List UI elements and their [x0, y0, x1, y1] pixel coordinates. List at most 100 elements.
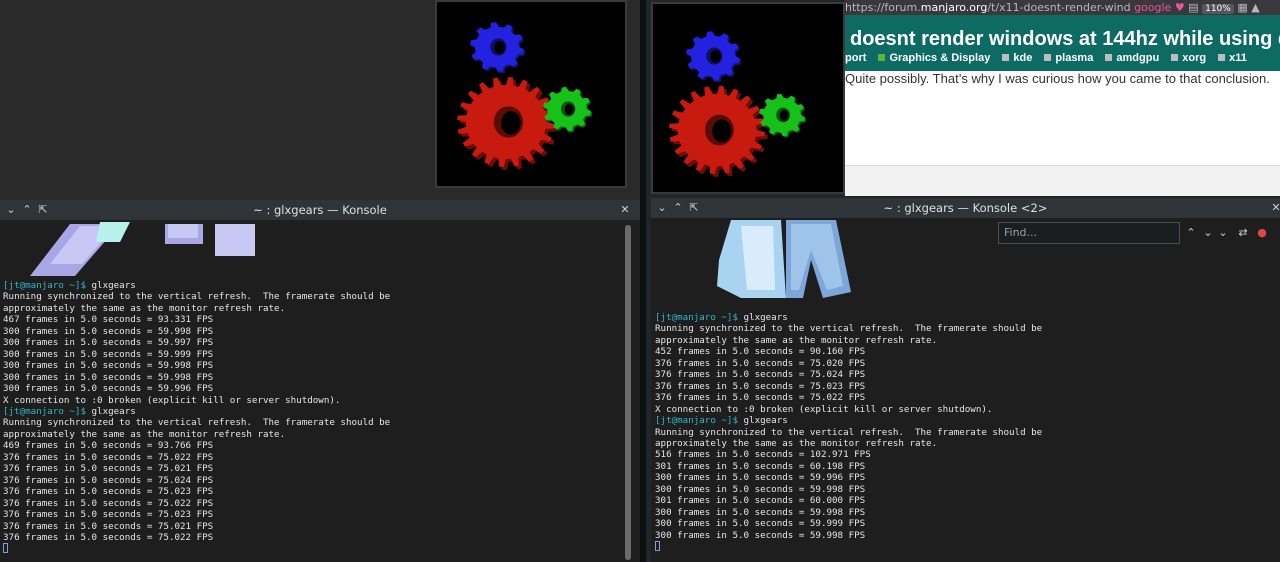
terminal-line: 300 frames in 5.0 seconds = 59.998 FPS	[3, 325, 214, 337]
terminal-cursor	[655, 541, 660, 552]
shell-prompt: [jt@manjaro ~]$	[655, 415, 738, 427]
grid-icon[interactable]: ▦	[1237, 1, 1247, 14]
terminal-line	[3, 543, 390, 555]
terminal-line: 376 frames in 5.0 seconds = 75.022 FPS	[3, 497, 214, 509]
terminal-line: Running synchronized to the vertical ref…	[655, 323, 1043, 335]
terminal-line: 300 frames in 5.0 seconds = 59.999 FPS	[655, 518, 866, 530]
search-engine-label[interactable]: google	[1134, 1, 1171, 14]
terminal-line: 300 frames in 5.0 seconds = 59.998 FPS	[3, 371, 214, 383]
command-text: glxgears	[737, 415, 788, 427]
terminal-line: 301 frames in 5.0 seconds = 60.198 FPS	[655, 460, 866, 472]
dog-icon[interactable]: ♥	[1175, 1, 1185, 14]
url-path: /t/x11-doesnt-render-wind	[987, 1, 1131, 14]
terminal-line: [jt@manjaro ~]$ glxgears	[3, 280, 390, 291]
browser-window: https://forum.manjaro.org/t/x11-doesnt-r…	[845, 0, 1280, 196]
close-search-icon[interactable]: ●	[1254, 225, 1270, 241]
terminal-line: Running synchronized to the vertical ref…	[655, 426, 1043, 438]
command-text: glxgears	[85, 405, 136, 417]
terminal-line: [jt@manjaro ~]$ glxgears	[655, 312, 1042, 323]
konsole-window-left[interactable]: ⌄ ⌃ ⇱ ~ : glxgears — Konsole ✕ [jt@manja…	[0, 200, 640, 562]
shield-icon[interactable]: ▲	[1251, 1, 1259, 14]
window-titlebar[interactable]: ⌄ ⌃ ⇱ ~ : glxgears — Konsole <2> ✕	[651, 198, 1280, 218]
terminal-line: 376 frames in 5.0 seconds = 75.022 FPS	[3, 531, 214, 543]
browser-bottom-area	[845, 165, 1280, 196]
ascii-art-image	[717, 220, 851, 298]
scrollbar-thumb[interactable]	[625, 225, 631, 560]
category-link[interactable]: Graphics & Display	[878, 52, 990, 64]
terminal-line: 376 frames in 5.0 seconds = 75.022 FPS	[3, 451, 214, 463]
ascii-art-image	[30, 222, 255, 276]
green-gear-icon	[759, 93, 807, 138]
terminal-output[interactable]: [jt@manjaro ~]$ glxgears Running synchron…	[655, 312, 1042, 554]
close-icon[interactable]: ✕	[1269, 198, 1280, 218]
terminal-line: 301 frames in 5.0 seconds = 60.000 FPS	[655, 495, 866, 507]
chevron-down-icon[interactable]: ⌄	[1215, 225, 1231, 241]
red-gear-icon	[669, 85, 768, 177]
window-title: ~ : glxgears — Konsole <2>	[883, 201, 1048, 215]
window-title: ~ : glxgears — Konsole	[253, 203, 387, 217]
terminal-line: 376 frames in 5.0 seconds = 75.023 FPS	[3, 486, 214, 498]
terminal-line: 300 frames in 5.0 seconds = 59.998 FPS	[3, 360, 214, 372]
terminal-line: 452 frames in 5.0 seconds = 90.160 FPS	[655, 346, 866, 358]
glxgears-window-left[interactable]	[435, 0, 627, 188]
swap-icon[interactable]: ⇄	[1235, 225, 1251, 241]
shell-prompt: [jt@manjaro ~]$	[655, 312, 738, 323]
scrollbar[interactable]	[625, 225, 631, 560]
terminal-line: 300 frames in 5.0 seconds = 59.997 FPS	[3, 337, 214, 349]
find-input[interactable]: Find...	[998, 222, 1180, 244]
command-text: glxgears	[737, 312, 788, 323]
terminal-output[interactable]: [jt@manjaro ~]$ glxgears Running synchron…	[3, 280, 390, 556]
terminal-cursor	[3, 543, 8, 554]
terminal-line: 376 frames in 5.0 seconds = 75.020 FPS	[655, 357, 866, 369]
terminal-line: 376 frames in 5.0 seconds = 75.023 FPS	[3, 509, 214, 521]
terminal-line: 467 frames in 5.0 seconds = 93.331 FPS	[3, 314, 214, 326]
terminal-line: 300 frames in 5.0 seconds = 59.998 FPS	[655, 506, 866, 518]
zoom-level[interactable]: 110%	[1202, 4, 1234, 14]
tag-link[interactable]: plasma	[1044, 52, 1093, 64]
tag-link[interactable]: kde	[1002, 52, 1032, 64]
terminal-line: 376 frames in 5.0 seconds = 75.022 FPS	[655, 392, 866, 404]
terminal-line: 300 frames in 5.0 seconds = 59.996 FPS	[3, 383, 214, 395]
url-bar[interactable]: https://forum.manjaro.org/t/x11-doesnt-r…	[845, 0, 1280, 15]
category-link[interactable]: port	[845, 52, 866, 64]
command-text: glxgears	[85, 280, 136, 291]
find-previous-icon[interactable]: ⌃	[1183, 225, 1199, 241]
terminal-line: approximately the same as the monitor re…	[3, 428, 286, 440]
topic-tags: port Graphics & Display kde plasma amdgp…	[845, 52, 1256, 64]
terminal-line: 376 frames in 5.0 seconds = 75.024 FPS	[3, 474, 214, 486]
terminal-line: 516 frames in 5.0 seconds = 102.971 FPS	[655, 449, 871, 461]
terminal-line: approximately the same as the monitor re…	[655, 334, 938, 346]
terminal-line: [jt@manjaro ~]$ glxgears	[3, 406, 390, 417]
terminal-line: 300 frames in 5.0 seconds = 59.999 FPS	[3, 348, 214, 360]
topic-title[interactable]: doesnt render windows at 144hz while usi…	[850, 28, 1280, 51]
close-icon[interactable]: ✕	[618, 200, 632, 220]
terminal-line: 300 frames in 5.0 seconds = 59.998 FPS	[655, 529, 866, 541]
shell-prompt: [jt@manjaro ~]$	[3, 405, 86, 417]
gears-render	[457, 22, 593, 170]
terminal-line: 300 frames in 5.0 seconds = 59.996 FPS	[655, 472, 866, 484]
shell-prompt: [jt@manjaro ~]$	[3, 280, 86, 291]
terminal-line: approximately the same as the monitor re…	[3, 302, 286, 314]
glxgears-window-right[interactable]	[651, 2, 845, 194]
terminal-line: X connection to :0 broken (explicit kill…	[3, 394, 341, 406]
url-prefix: https://forum.	[845, 1, 921, 14]
terminal-line: Running synchronized to the vertical ref…	[3, 417, 391, 429]
tag-link[interactable]: xorg	[1171, 52, 1206, 64]
blue-gear-icon	[686, 31, 742, 83]
find-next-icon[interactable]: ⌄	[1200, 225, 1216, 241]
post-text: Quite possibly. That’s why I was curious…	[845, 71, 1270, 86]
terminal-line: approximately the same as the monitor re…	[655, 437, 938, 449]
terminal-line: 376 frames in 5.0 seconds = 75.024 FPS	[655, 369, 866, 381]
terminal-line: 376 frames in 5.0 seconds = 75.021 FPS	[3, 520, 214, 532]
terminal-line: 376 frames in 5.0 seconds = 75.021 FPS	[3, 463, 214, 475]
tag-link[interactable]: x11	[1218, 52, 1247, 64]
reader-icon[interactable]: ▤	[1188, 1, 1198, 14]
gears-render	[669, 31, 807, 177]
window-titlebar[interactable]: ⌄ ⌃ ⇱ ~ : glxgears — Konsole ✕	[0, 200, 640, 220]
blue-gear-icon	[470, 22, 526, 74]
terminal-line: X connection to :0 broken (explicit kill…	[655, 403, 993, 415]
tag-link[interactable]: amdgpu	[1105, 52, 1159, 64]
terminal-line: Running synchronized to the vertical ref…	[3, 291, 391, 303]
konsole-window-right[interactable]: ⌄ ⌃ ⇱ ~ : glxgears — Konsole <2> ✕ Find.…	[651, 198, 1280, 562]
url-domain: manjaro.org	[920, 1, 988, 14]
